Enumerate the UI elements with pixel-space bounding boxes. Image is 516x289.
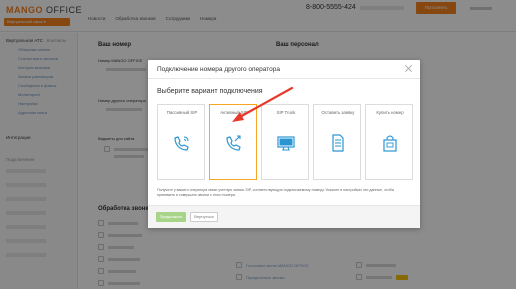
document-icon (332, 134, 344, 152)
monitor-icon (277, 136, 295, 151)
dialog-title: Подключение номера другого оператора (157, 66, 281, 73)
option-label: Оставить заявку (321, 110, 355, 115)
option-leave-request[interactable]: Оставить заявку (313, 104, 361, 180)
connection-options: Пассивный SIP Активный SIP SIP Trunk Ост… (157, 104, 413, 180)
connect-number-dialog: Подключение номера другого оператора Выб… (148, 60, 420, 228)
shopping-bag-icon (383, 135, 397, 152)
back-button[interactable]: Вернуться (190, 212, 218, 222)
close-icon[interactable] (404, 64, 414, 74)
option-label: Пассивный SIP (166, 110, 198, 115)
option-buy-number[interactable]: Купить номер (365, 104, 413, 180)
option-label: Купить номер (376, 110, 404, 115)
option-label: Активный SIP (220, 110, 248, 115)
option-active-sip[interactable]: Активный SIP (209, 104, 257, 180)
dialog-hint: Получите у вашего оператора связи учетну… (157, 188, 395, 197)
continue-button[interactable]: Продолжить (156, 212, 186, 222)
option-label: SIP Trunk (276, 110, 296, 115)
dialog-subtitle: Выберите вариант подключения (157, 88, 263, 95)
option-passive-sip[interactable]: Пассивный SIP (157, 104, 205, 180)
dialog-header: Подключение номера другого оператора (148, 60, 420, 79)
phone-sip-icon (174, 136, 189, 151)
phone-active-sip-icon (226, 135, 241, 151)
option-sip-trunk[interactable]: SIP Trunk (261, 104, 309, 180)
dialog-footer: Продолжить Вернуться (148, 205, 420, 228)
